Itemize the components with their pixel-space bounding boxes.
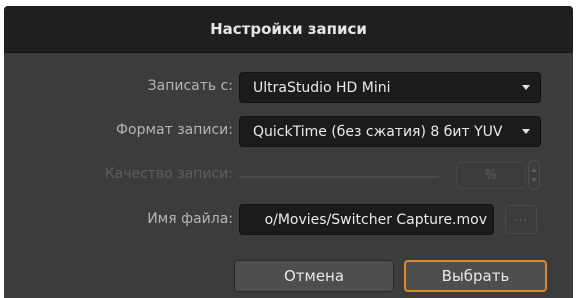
browse-button[interactable]: ··· <box>505 205 537 234</box>
file-name-field[interactable]: o/Movies/Switcher Capture.mov <box>239 204 494 235</box>
stepper-down-icon[interactable] <box>531 178 537 182</box>
percent-symbol: % <box>484 168 498 183</box>
chevron-down-icon <box>522 85 530 90</box>
record-format-select[interactable]: QuickTime (без сжатия) 8 бит YUV <box>239 116 541 147</box>
ellipsis-icon: ··· <box>513 212 529 227</box>
dialog-title: Настройки записи <box>210 20 367 38</box>
chevron-down-icon <box>522 129 530 134</box>
record-quality-label: Качество записи: <box>104 166 233 182</box>
cancel-button-label: Отмена <box>283 267 345 285</box>
stepper-up-icon[interactable] <box>531 168 537 172</box>
record-format-value: QuickTime (без сжатия) 8 бит YUV <box>253 123 503 140</box>
file-name-label: Имя файла: <box>147 211 233 227</box>
record-quality-stepper[interactable] <box>528 160 540 190</box>
record-quality-input[interactable]: % <box>456 162 526 189</box>
select-button-label: Выбрать <box>441 267 510 285</box>
record-format-label: Формат записи: <box>115 122 233 138</box>
record-settings-dialog: Настройки записи Записать с: UltraStudio… <box>4 6 573 298</box>
record-from-label: Записать с: <box>147 78 233 94</box>
record-from-select[interactable]: UltraStudio HD Mini <box>239 72 541 103</box>
dialog-titlebar: Настройки записи <box>4 6 573 53</box>
cancel-button[interactable]: Отмена <box>234 260 394 292</box>
record-from-value: UltraStudio HD Mini <box>253 79 391 96</box>
record-quality-slider[interactable] <box>239 176 439 178</box>
file-name-value: o/Movies/Switcher Capture.mov <box>264 211 487 228</box>
select-button[interactable]: Выбрать <box>404 260 547 292</box>
